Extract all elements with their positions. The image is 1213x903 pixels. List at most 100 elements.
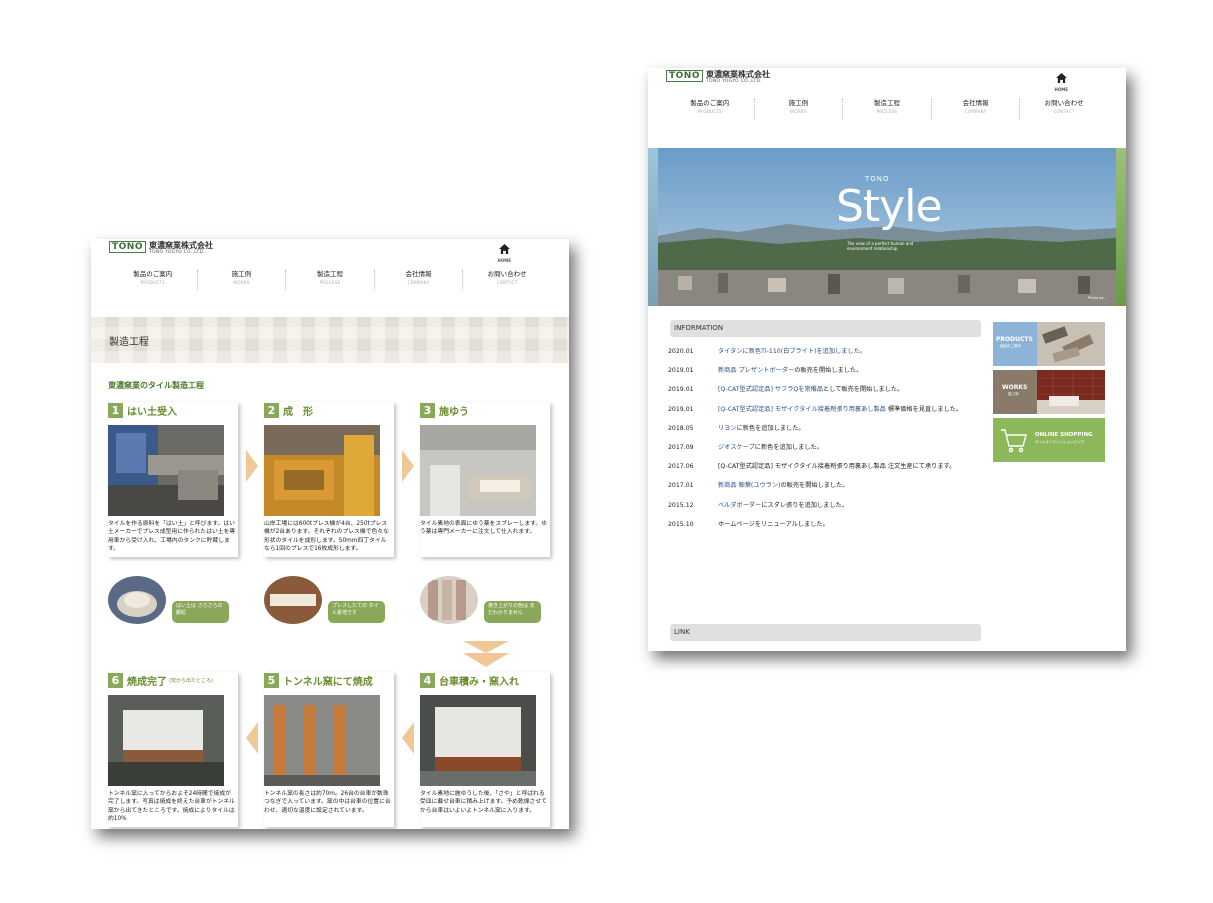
step-number: 1 (108, 402, 123, 418)
news-link[interactable]: [Q-CAT型式認定品] モザイクタイル接着剤張り用裏あし製品 (718, 406, 886, 413)
hero-side-strip-left (648, 148, 658, 306)
news-link[interactable]: ベルダボーダー (718, 502, 761, 509)
step-title: 成 形 (283, 406, 313, 418)
news-date: 2019.01 (668, 405, 694, 413)
chevron-down-icon (463, 641, 509, 667)
step-subtitle: (窯から出たところ) (169, 677, 213, 684)
works-banner[interactable]: WORKS 施工例 (993, 370, 1105, 414)
step-description: トンネル窯の長さは約70m。26台の台車が数珠つなぎで入っています。窯の中は台車… (264, 791, 391, 814)
step-title: 焼成完了 (127, 676, 167, 688)
process-step-1: 1 はい土受入 タイルを作る原料を「はい土」と呼びます。はい土メーカーでプレス成型… (108, 402, 238, 624)
process-step-2: 2 成 形 山岸工場には600tプレス機が4台、250tプレス機が2台あります。そ… (264, 402, 394, 624)
news-link[interactable]: 新商品 釉葉(ユウラン) (718, 482, 780, 489)
chevron-right-icon (402, 450, 414, 482)
news-link[interactable]: タイタンに新色TI-110(白ブライト)を追加しました。 (718, 348, 866, 355)
process-step-3: 3 施ゆう タイル素地の表面にゆう薬をスプレーします。ゆう薬は専門メーカーに注文し… (420, 402, 550, 624)
news-link[interactable]: [Q-CAT型式認定品] サフラQを常備品 (718, 386, 823, 393)
news-date: 2017.09 (668, 443, 694, 451)
nav-item-contact[interactable]: お問い合わせ CONTACT (463, 270, 551, 290)
chevron-left-icon (246, 722, 258, 754)
nav-item-company[interactable]: 会社情報 COMPANY (932, 99, 1021, 119)
process-step-5: 5 トンネル窯にて焼成 トンネル窯の長さは約70m。26台の台車が数珠つなぎで入っ… (264, 672, 394, 827)
page-title: 製造工程 (109, 337, 149, 348)
logo-mark: TONO (109, 241, 146, 253)
step-number: 6 (108, 672, 123, 688)
step-note-bubble: 焼き上がりの色は まだわかりません (484, 601, 541, 623)
site-header: TONO 東濃窯業株式会社 TONO YOGYO CO.,LTD. HOME 製… (648, 68, 1126, 143)
home-label: HOME (497, 258, 511, 263)
step-title: トンネル窯にて焼成 (283, 676, 373, 688)
news-link[interactable]: リヨン (718, 425, 737, 432)
step-title: 施ゆう (439, 406, 469, 418)
news-item: 2019.01 [Q-CAT型式認定品] モザイクタイル接着剤張り用裏あし製品 標… (668, 405, 963, 413)
news-item: 2017.01 新商品 釉葉(ユウラン)の販売を開始しました。 (668, 482, 849, 490)
nav-item-company[interactable]: 会社情報 COMPANY (375, 270, 464, 290)
step-number: 5 (264, 672, 279, 688)
nav-item-products[interactable]: 製品のご案内 PRODUCTS (666, 99, 755, 119)
photo-kiln-loading (420, 695, 536, 786)
products-banner[interactable]: PRODUCTS 製品のご案内 (993, 322, 1105, 366)
photo-firing-complete (108, 695, 224, 786)
online-shopping-banner-title: ONLINE SHOPPING (1035, 432, 1093, 438)
hero-title: Style (836, 181, 943, 232)
step-description: 山岸工場には600tプレス機が4台、250tプレス機が2台あります。それぞれのプ… (264, 521, 389, 552)
news-link[interactable]: ジオスケープ (718, 444, 755, 451)
nav-item-contact[interactable]: お問い合わせ CONTACT (1020, 99, 1108, 119)
process-step-6: 6 焼成完了 (窯から出たところ) トンネル窯に入ってからおよそ24時間で焼成が完了… (108, 672, 238, 827)
nav-item-products[interactable]: 製品のご案内 PRODUCTS (109, 270, 198, 290)
news-item: 2015.10 ホームページをリニューアルしました。 (668, 520, 829, 528)
news-date: 2017.01 (668, 482, 694, 490)
news-date: 2017.06 (668, 463, 694, 471)
process-step-4: 4 台車積み・窯入れ タイル素地に施ゆうした後、「さや」と呼ばれる受皿に載せ台車に… (420, 672, 550, 827)
nav-item-process[interactable]: 製造工程 PROCESS (843, 99, 932, 119)
home-icon (498, 244, 510, 254)
news-date: 2019.01 (668, 386, 694, 394)
step-number: 2 (264, 402, 279, 418)
news-item: 2017.09 ジオスケープに新色を追加しました。 (668, 443, 823, 451)
logo-company-name-en: TONO YOGYO CO.,LTD. (705, 79, 762, 84)
global-nav: 製品のご案内 PRODUCTS 施工例 WORKS 製造工程 PROCESS 会社情報… (109, 270, 551, 290)
step-description: タイル素地に施ゆうした後、「さや」と呼ばれる受皿に載せ台車に積み上げます。予め乾… (420, 791, 547, 814)
news-item: 2017.06 [Q-CAT型式認定品] モザイクタイル接着剤張り用裏あし製品 注… (668, 463, 956, 471)
news-date: 2020.01 (668, 348, 694, 355)
home-icon (1055, 73, 1067, 83)
site-header: TONO 東濃窯業株式会社 TONO YOGYO CO.,LTD. HOME 製… (91, 239, 569, 314)
step-note-bubble: はい土は さらさらの顆粒 (172, 601, 229, 623)
news-date: 2015.12 (668, 501, 694, 509)
link-heading: LINK (670, 624, 981, 641)
news-item: 2020.01 タイタンに新色TI-110(白ブライト)を追加しました。 (668, 347, 988, 366)
nav-item-works[interactable]: 施工例 WORKS (198, 270, 287, 290)
logo-company-name-en: TONO YOGYO CO.,LTD. (148, 250, 205, 255)
works-banner-title: WORKS (1002, 384, 1028, 391)
news-link[interactable]: 新商品 プレザントボーダー (718, 367, 794, 374)
photo-glazed-tiles (420, 576, 478, 624)
home-link[interactable]: HOME (1055, 68, 1068, 92)
nav-item-process[interactable]: 製造工程 PROCESS (286, 270, 375, 290)
hero-credit: Photo by... (1088, 296, 1107, 300)
photo-clay-granules (108, 576, 166, 624)
section-title: 東濃窯業のタイル製造工程 (108, 381, 204, 390)
step-description: トンネル窯に入ってからおよそ24時間で焼成が完了します。写真は焼成を終えた台車が… (108, 791, 235, 822)
step-note-bubble: プレスしたての タイル素地です (328, 601, 385, 623)
products-banner-subtitle: 製品のご案内 (1000, 344, 1021, 348)
process-page-mockup: TONO 東濃窯業株式会社 TONO YOGYO CO.,LTD. HOME 製… (91, 239, 569, 829)
news-item: 2019.01 [Q-CAT型式認定品] サフラQを常備品として販売を開始しました… (668, 386, 904, 394)
step-number: 3 (420, 402, 435, 418)
works-banner-subtitle: 施工例 (1008, 392, 1019, 396)
photo-tunnel-kiln (264, 695, 380, 786)
step-title: はい土受入 (127, 406, 177, 418)
hero-tagline: The view of a perfect human and environm… (847, 241, 914, 251)
step-number: 4 (420, 672, 435, 688)
home-link[interactable]: HOME (498, 239, 511, 263)
online-shopping-banner[interactable]: ONLINE SHOPPING タイルオンラインショッピング (993, 418, 1105, 462)
photo-press-machine (264, 425, 380, 516)
products-banner-title: PRODUCTS (996, 336, 1033, 343)
nav-item-works[interactable]: 施工例 WORKS (755, 99, 844, 119)
home-page-mockup: TONO 東濃窯業株式会社 TONO YOGYO CO.,LTD. HOME 製… (648, 68, 1126, 651)
hero-side-strip-right (1116, 148, 1126, 306)
logo-mark: TONO (666, 70, 703, 82)
news-date: 2015.10 (668, 520, 694, 528)
site-logo[interactable]: TONO 東濃窯業株式会社 TONO YOGYO CO.,LTD. (109, 241, 213, 256)
site-logo[interactable]: TONO 東濃窯業株式会社 TONO YOGYO CO.,LTD. (666, 70, 770, 85)
chevron-right-icon (246, 450, 258, 482)
